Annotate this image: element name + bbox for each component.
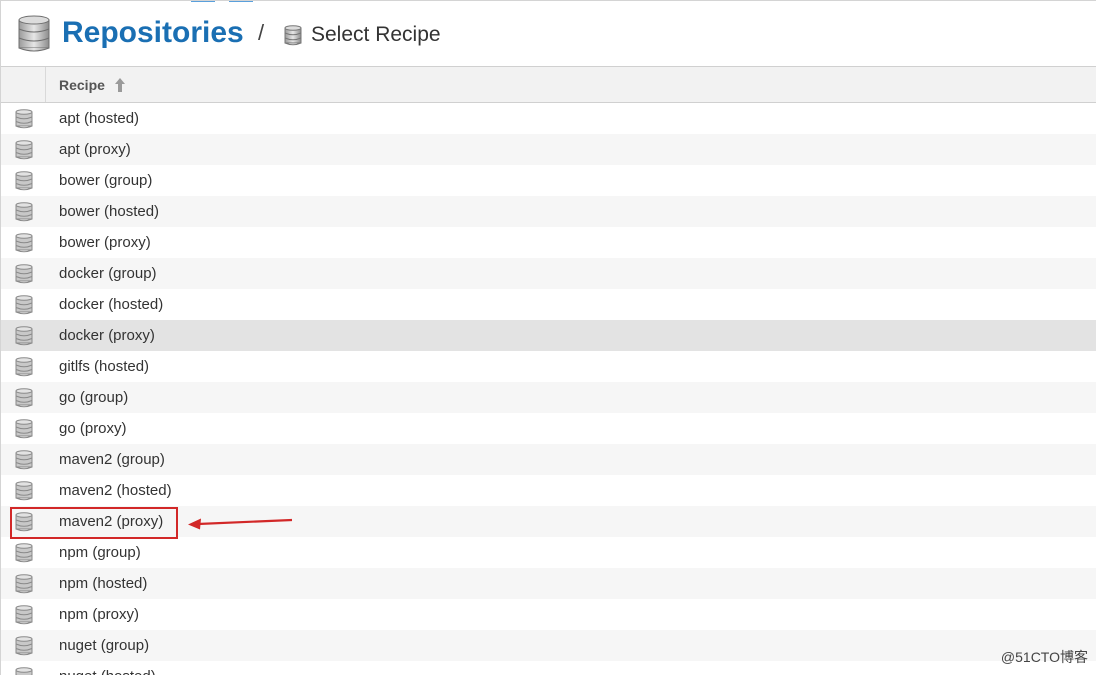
table-row[interactable]: docker (group) bbox=[1, 258, 1096, 289]
row-label: maven2 (hosted) bbox=[59, 482, 172, 499]
sort-ascending-icon[interactable] bbox=[114, 77, 126, 93]
grid-header: Recipe bbox=[1, 66, 1096, 103]
row-label: go (proxy) bbox=[59, 420, 127, 437]
page-title[interactable]: Repositories bbox=[62, 13, 244, 53]
database-icon bbox=[15, 140, 33, 160]
row-label: docker (group) bbox=[59, 265, 157, 282]
grid-body: apt (hosted) apt (proxy) bower (group) bowe… bbox=[1, 103, 1096, 675]
row-label: npm (group) bbox=[59, 544, 141, 561]
row-label: bower (group) bbox=[59, 172, 153, 189]
database-icon bbox=[15, 667, 33, 675]
table-row[interactable]: nuget (group) bbox=[1, 630, 1096, 661]
annotation-arrow bbox=[188, 518, 293, 530]
table-row[interactable]: go (group) bbox=[1, 382, 1096, 413]
database-icon bbox=[15, 419, 33, 439]
page-header: Repositories / Select Recipe bbox=[1, 0, 1096, 66]
table-row[interactable]: bower (proxy) bbox=[1, 227, 1096, 258]
database-icon bbox=[15, 109, 33, 129]
table-row[interactable]: docker (hosted) bbox=[1, 289, 1096, 320]
database-icon bbox=[15, 605, 33, 625]
table-row[interactable]: npm (group) bbox=[1, 537, 1096, 568]
database-icon bbox=[15, 171, 33, 191]
row-label: go (group) bbox=[59, 389, 129, 406]
table-row[interactable]: nuget (hosted) bbox=[1, 661, 1096, 675]
row-label: apt (proxy) bbox=[59, 141, 131, 158]
row-label: npm (proxy) bbox=[59, 606, 140, 623]
database-icon bbox=[284, 25, 302, 46]
watermark: @51CTO博客 bbox=[1000, 649, 1088, 665]
table-row[interactable]: apt (proxy) bbox=[1, 134, 1096, 165]
row-label: maven2 (group) bbox=[59, 451, 165, 468]
database-icon bbox=[15, 636, 33, 656]
database-icon bbox=[18, 15, 50, 52]
database-icon bbox=[15, 574, 33, 594]
table-row[interactable]: bower (group) bbox=[1, 165, 1096, 196]
column-header-recipe[interactable]: Recipe bbox=[59, 76, 105, 94]
database-icon bbox=[15, 264, 33, 284]
table-row[interactable]: maven2 (group) bbox=[1, 444, 1096, 475]
table-row[interactable]: gitlfs (hosted) bbox=[1, 351, 1096, 382]
database-icon bbox=[15, 295, 33, 315]
row-label: docker (hosted) bbox=[59, 296, 164, 313]
recipe-grid: Recipe apt (hosted) apt (proxy) bower (gro… bbox=[1, 66, 1096, 675]
database-icon bbox=[15, 481, 33, 501]
annotation-box bbox=[10, 507, 178, 539]
icon-column-header bbox=[1, 67, 46, 102]
row-label: gitlfs (hosted) bbox=[59, 358, 150, 375]
table-row[interactable]: bower (hosted) bbox=[1, 196, 1096, 227]
database-icon bbox=[15, 326, 33, 346]
database-icon bbox=[15, 202, 33, 222]
row-label: nuget (hosted) bbox=[59, 667, 156, 675]
database-icon bbox=[15, 357, 33, 377]
table-row[interactable]: apt (hosted) bbox=[1, 103, 1096, 134]
row-label: docker (proxy) bbox=[59, 327, 155, 344]
row-label: npm (hosted) bbox=[59, 575, 148, 592]
breadcrumb-current: Select Recipe bbox=[311, 23, 441, 46]
breadcrumb-separator: / bbox=[258, 20, 265, 45]
page: Repositories / Select Recipe Recipe apt … bbox=[0, 0, 1096, 675]
table-row[interactable]: docker (proxy) bbox=[1, 320, 1096, 351]
row-label: bower (hosted) bbox=[59, 203, 160, 220]
database-icon bbox=[15, 543, 33, 563]
table-row[interactable]: maven2 (hosted) bbox=[1, 475, 1096, 506]
database-icon bbox=[15, 233, 33, 253]
database-icon bbox=[15, 450, 33, 470]
database-icon bbox=[15, 388, 33, 408]
table-row[interactable]: npm (proxy) bbox=[1, 599, 1096, 630]
row-label: apt (hosted) bbox=[59, 110, 140, 127]
table-row[interactable]: go (proxy) bbox=[1, 413, 1096, 444]
row-label: bower (proxy) bbox=[59, 234, 151, 251]
row-label: nuget (group) bbox=[59, 637, 150, 654]
table-row[interactable]: npm (hosted) bbox=[1, 568, 1096, 599]
